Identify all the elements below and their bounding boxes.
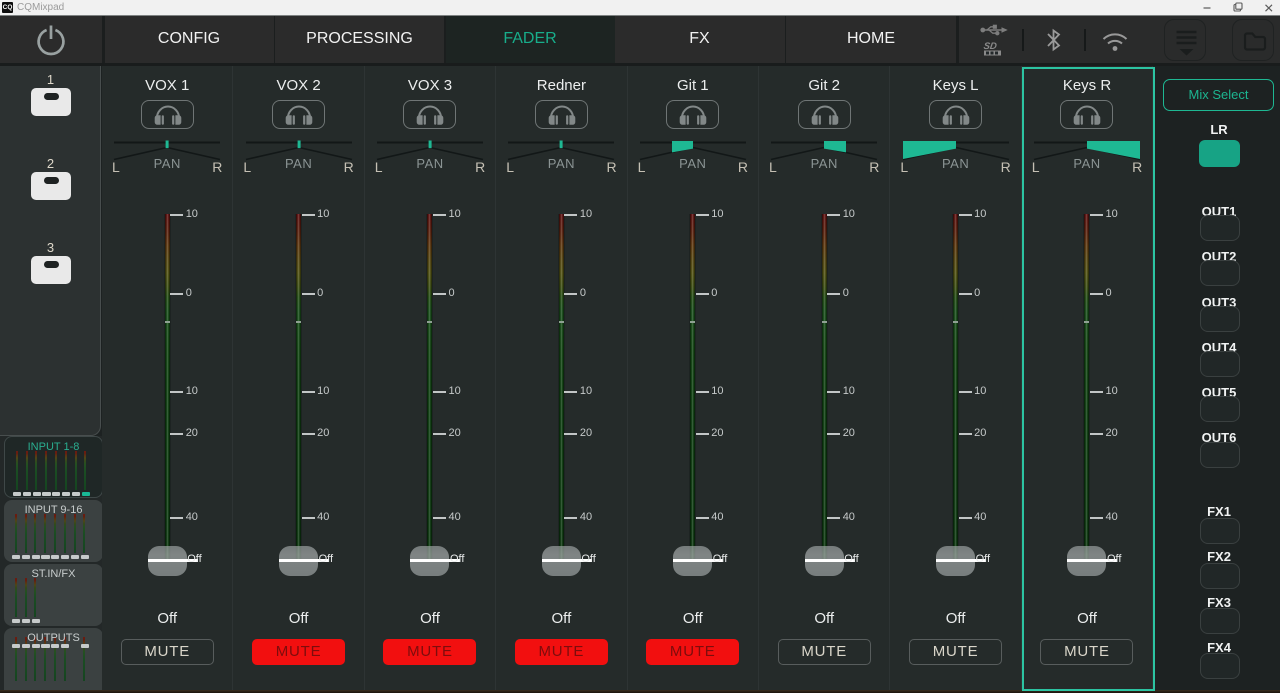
svg-text:SD: SD <box>983 41 998 52</box>
